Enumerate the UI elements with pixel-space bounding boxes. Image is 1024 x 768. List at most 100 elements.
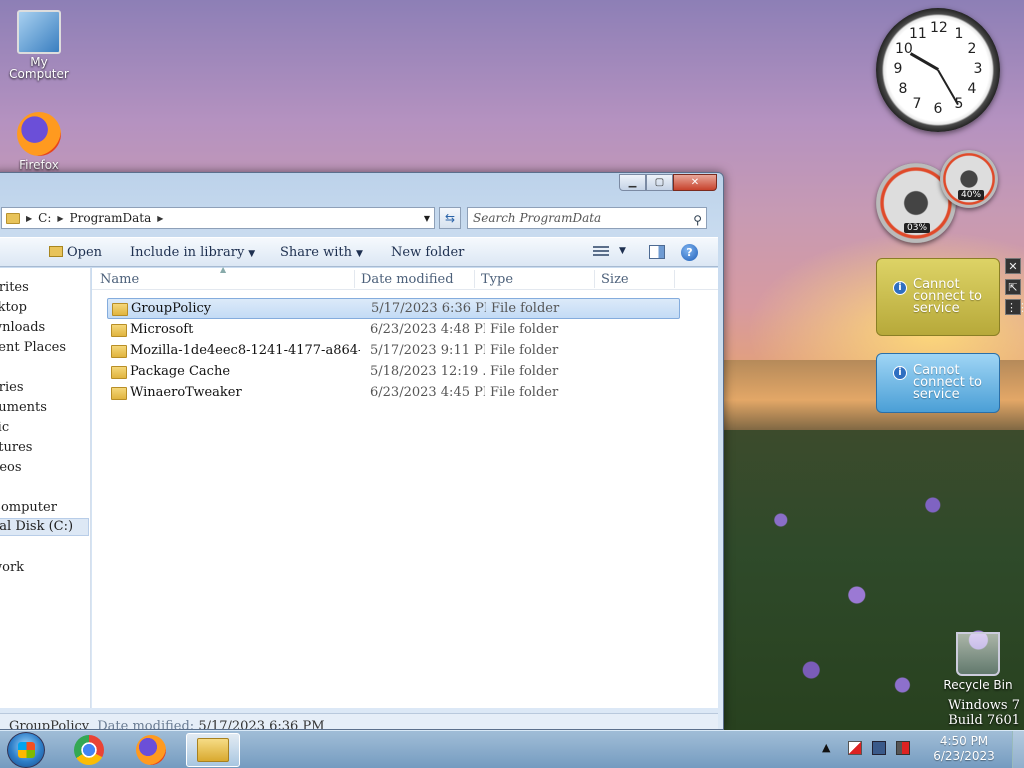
system-clock[interactable]: 4:50 PM 6/23/2023 bbox=[924, 734, 1004, 764]
weather-gadget-2[interactable]: i Cannot connect to service bbox=[876, 353, 1000, 413]
row-date: 5/18/2023 12:19 ... bbox=[370, 364, 485, 379]
column-divider[interactable] bbox=[354, 270, 355, 288]
column-divider[interactable] bbox=[674, 270, 675, 288]
clock-gadget[interactable]: 12 1 2 3 4 5 6 7 8 9 10 11 bbox=[876, 8, 1000, 132]
column-name[interactable]: Name bbox=[100, 272, 139, 287]
taskbar-firefox[interactable] bbox=[124, 733, 178, 767]
taskbar-explorer[interactable] bbox=[186, 733, 240, 767]
nav-item-documents[interactable]: cuments bbox=[0, 400, 47, 415]
windows-watermark: Windows 7 Build 7601 bbox=[948, 698, 1020, 728]
row-date: 6/23/2023 4:48 PM bbox=[370, 322, 485, 337]
desktop-icon-label: Recycle Bin bbox=[943, 678, 1013, 692]
clock-number: 4 bbox=[967, 81, 977, 97]
weather-gadget[interactable]: i Cannot connect to service bbox=[876, 258, 1000, 336]
row-type: File folder bbox=[490, 343, 559, 358]
row-date: 5/17/2023 9:11 PM bbox=[370, 343, 485, 358]
chevron-right-icon[interactable]: ▶ bbox=[26, 214, 32, 223]
start-button[interactable] bbox=[7, 732, 45, 768]
breadcrumb-c-drive[interactable]: C: bbox=[38, 211, 51, 225]
network-icon[interactable] bbox=[872, 741, 886, 755]
close-button[interactable]: ✕ bbox=[673, 174, 717, 191]
open-button[interactable]: Open bbox=[49, 245, 102, 260]
views-icon[interactable] bbox=[593, 246, 609, 258]
refresh-icon: ⇆ bbox=[444, 211, 456, 225]
include-in-library-label: Include in library bbox=[130, 245, 245, 260]
nav-item-favorites[interactable]: orites bbox=[0, 280, 29, 295]
table-row[interactable]: Package Cache 5/18/2023 12:19 ... File f… bbox=[107, 362, 680, 383]
chevron-right-icon[interactable]: ▶ bbox=[57, 214, 63, 223]
clock-number: 1 bbox=[954, 26, 964, 42]
details-pane: GroupPolicy Date modified: 5/17/2023 6:3… bbox=[0, 713, 718, 730]
column-divider[interactable] bbox=[474, 270, 475, 288]
include-in-library-button[interactable]: Include in library ▼ bbox=[130, 245, 255, 260]
search-input[interactable]: Search ProgramData ⚲ bbox=[467, 207, 707, 229]
drag-handle-icon[interactable]: ⋮⋮ bbox=[1005, 299, 1024, 315]
desktop-icon-my-computer[interactable]: My Computer bbox=[4, 10, 74, 80]
nav-item-videos[interactable]: deos bbox=[0, 460, 22, 475]
table-row[interactable]: Mozilla-1de4eec8-1241-4177-a864-e5... 5/… bbox=[107, 341, 680, 362]
computer-icon bbox=[17, 10, 61, 54]
desktop-icon-label: Firefox bbox=[19, 158, 59, 172]
desktop-icon-firefox[interactable]: Firefox bbox=[4, 112, 74, 172]
clock-number: 9 bbox=[893, 61, 903, 77]
column-date-modified[interactable]: Date modified bbox=[361, 272, 454, 287]
nav-item-downloads[interactable]: wnloads bbox=[0, 320, 45, 335]
table-row[interactable]: WinaeroTweaker 6/23/2023 4:45 PM File fo… bbox=[107, 383, 680, 404]
nav-item-network[interactable]: work bbox=[0, 560, 24, 575]
new-folder-button[interactable]: New folder bbox=[391, 245, 464, 260]
nav-item-local-disk[interactable]: cal Disk (C:) bbox=[0, 518, 89, 536]
minimize-button[interactable]: ▁ bbox=[619, 174, 646, 191]
nav-item-computer[interactable]: Computer bbox=[0, 500, 57, 515]
desktop-icon-recycle-bin[interactable]: Recycle Bin bbox=[938, 632, 1018, 692]
help-icon[interactable]: ? bbox=[681, 244, 698, 261]
nav-item-libraries[interactable]: aries bbox=[0, 380, 24, 395]
details-value: 5/17/2023 6:36 PM bbox=[198, 719, 325, 730]
nav-item-pictures[interactable]: ctures bbox=[0, 440, 32, 455]
sort-ascending-icon: ▲ bbox=[220, 265, 227, 274]
caption-buttons: ▁ ▢ ✕ bbox=[619, 174, 717, 191]
chevron-right-icon[interactable]: ▶ bbox=[157, 214, 163, 223]
column-type[interactable]: Type bbox=[481, 272, 513, 287]
address-bar[interactable]: ▶ C: ▶ ProgramData ▶ ▼ bbox=[1, 207, 435, 229]
clock-hour-hand bbox=[909, 52, 939, 71]
expand-icon[interactable]: ⇱ bbox=[1005, 279, 1021, 295]
share-with-label: Share with bbox=[280, 245, 352, 260]
folder-icon bbox=[111, 345, 127, 358]
row-name: Mozilla-1de4eec8-1241-4177-a864-e5... bbox=[130, 343, 360, 358]
chevron-down-icon[interactable]: ▼ bbox=[619, 246, 626, 256]
nav-item-recent-places[interactable]: cent Places bbox=[0, 340, 66, 355]
action-center-icon[interactable] bbox=[848, 741, 862, 755]
tray-overflow-button[interactable]: ▲ bbox=[822, 741, 830, 754]
folder-icon bbox=[6, 212, 20, 224]
column-headers: ▲ Name Date modified Type Size bbox=[92, 265, 718, 290]
maximize-button[interactable]: ▢ bbox=[646, 174, 673, 191]
folder-icon bbox=[111, 324, 127, 337]
row-type: File folder bbox=[490, 364, 559, 379]
taskbar-chrome[interactable] bbox=[62, 733, 116, 767]
column-divider[interactable] bbox=[594, 270, 595, 288]
breadcrumb-programdata[interactable]: ProgramData bbox=[70, 211, 152, 225]
row-name: WinaeroTweaker bbox=[130, 385, 242, 400]
clock-number: 6 bbox=[933, 101, 943, 117]
show-desktop-button[interactable] bbox=[1012, 731, 1024, 768]
watermark-line: Windows 7 bbox=[947, 698, 1020, 713]
share-with-button[interactable]: Share with ▼ bbox=[280, 245, 363, 260]
watermark-line: Build 7601 bbox=[948, 713, 1020, 728]
nav-item-desktop[interactable]: sktop bbox=[0, 300, 27, 315]
firefox-icon bbox=[136, 735, 166, 765]
close-icon[interactable]: ✕ bbox=[1005, 258, 1021, 274]
folder-icon bbox=[112, 303, 128, 316]
clock-minute-hand bbox=[937, 69, 959, 106]
refresh-button[interactable]: ⇆ bbox=[439, 207, 461, 229]
windows-logo-icon bbox=[18, 742, 35, 758]
info-icon: i bbox=[893, 281, 907, 295]
volume-muted-icon[interactable] bbox=[896, 741, 910, 755]
details-label: Date modified: bbox=[97, 719, 195, 730]
preview-pane-icon[interactable] bbox=[649, 245, 665, 259]
chevron-down-icon[interactable]: ▼ bbox=[424, 214, 430, 223]
search-icon[interactable]: ⚲ bbox=[693, 210, 702, 230]
table-row[interactable]: Microsoft 6/23/2023 4:48 PM File folder bbox=[107, 320, 680, 341]
table-row[interactable]: GroupPolicy 5/17/2023 6:36 PM File folde… bbox=[107, 298, 680, 319]
column-size[interactable]: Size bbox=[601, 272, 629, 287]
nav-item-music[interactable]: sic bbox=[0, 420, 9, 435]
